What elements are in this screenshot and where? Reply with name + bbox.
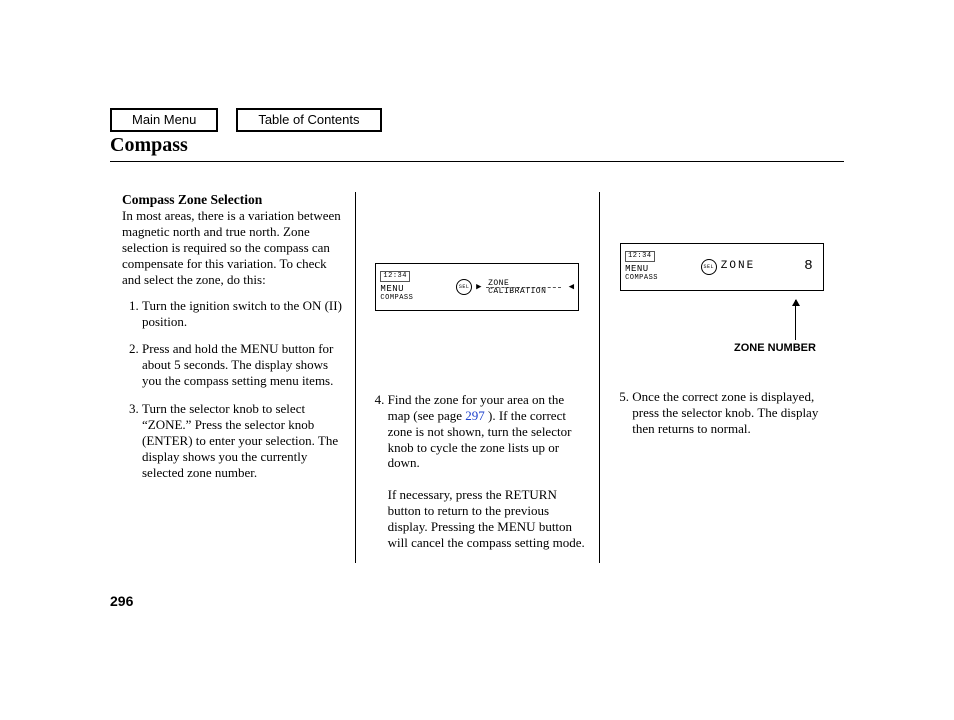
lcd-compass-label: COMPASS [625,274,698,283]
selector-dial-icon: SEL [701,259,717,275]
toc-button[interactable]: Table of Contents [236,108,381,132]
column-3: 12:34 MENU COMPASS SEL ZONE 8 ZONE NUMBE… [599,192,844,563]
subheading: Compass Zone Selection [122,192,262,207]
page-number: 296 [110,593,844,609]
page-ref-link[interactable]: 297 [465,408,485,423]
lcd-calibration-text: CALIBRATION [488,288,546,296]
title-rule [110,161,844,162]
step-5: Once the correct zone is displayed, pres… [612,389,832,437]
document-page: Main Menu Table of Contents Compass Comp… [0,0,954,649]
step-4: Find the zone for your area on the map (… [368,392,588,551]
step4-text-c: If necessary, press the RETURN button to… [388,487,585,550]
step-1: Turn the ignition switch to the ON (II) … [142,298,343,330]
column-2: 12:34 MENU COMPASS SEL ▶ ZONE CALIBRATIO… [355,192,600,563]
zone-number-label: ZONE NUMBER [612,342,816,355]
lcd-zone-big: ZONE [721,260,755,273]
step-5-item: Once the correct zone is displayed, pres… [632,389,832,437]
step-2: Press and hold the MENU button for about… [142,341,343,389]
lcd-compass-label: COMPASS [380,294,453,303]
figure-2: 12:34 MENU COMPASS SEL ZONE 8 [612,192,832,342]
step-4-item: Find the zone for your area on the map (… [388,392,588,551]
lcd-menu-label: MENU [625,264,698,275]
page-title: Compass [110,134,844,157]
lcd-clock: 12:34 [625,251,655,262]
lcd-zone-number: 8 [804,258,813,275]
arrow-up-icon [795,300,796,340]
lcd-display-2: 12:34 MENU COMPASS SEL ZONE 8 [620,243,824,291]
selector-dial-icon: SEL [456,279,472,295]
zone-number-pointer: ZONE NUMBER [612,342,832,355]
lcd-clock: 12:34 [380,271,410,282]
main-menu-button[interactable]: Main Menu [110,108,218,132]
intro-text: In most areas, there is a variation betw… [122,208,341,286]
nav-row: Main Menu Table of Contents [110,108,382,132]
lcd-display-1: 12:34 MENU COMPASS SEL ▶ ZONE CALIBRATIO… [375,263,579,311]
step-3: Turn the selector knob to select “ZONE.”… [142,401,343,480]
lcd-menu-label: MENU [380,284,453,295]
column-1: Compass Zone Selection In most areas, th… [110,192,355,563]
steps-1-3: Turn the ignition switch to the ON (II) … [122,298,343,481]
figure-1: 12:34 MENU COMPASS SEL ▶ ZONE CALIBRATIO… [368,192,588,382]
content-columns: Compass Zone Selection In most areas, th… [110,192,844,563]
